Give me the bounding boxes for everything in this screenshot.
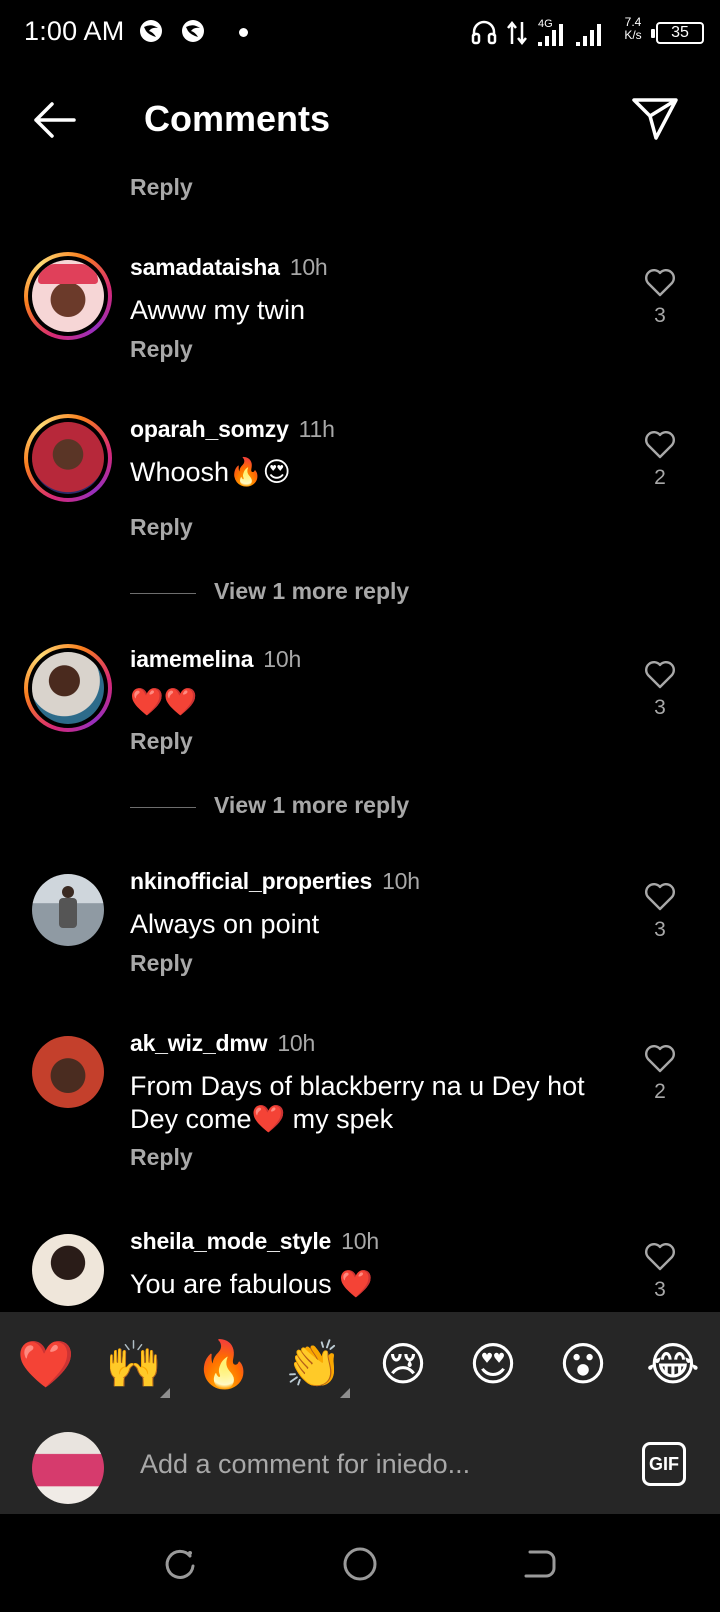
- status-indicators: 4G 7.4 K/s 35: [460, 14, 720, 54]
- like-control[interactable]: 3: [640, 1240, 680, 1302]
- comment-composer: GIF: [0, 1412, 720, 1514]
- username-link[interactable]: ak_wiz_dmw: [130, 1030, 268, 1056]
- avatar[interactable]: [24, 866, 112, 954]
- home-icon[interactable]: [340, 1544, 380, 1584]
- comment-text: Whoosh🔥😍: [130, 457, 291, 487]
- comment-text: Always on point: [130, 909, 320, 939]
- skin-tone-indicator: [340, 1388, 350, 1398]
- like-control[interactable]: 2: [640, 1042, 680, 1104]
- comment-text: ❤️❤️: [130, 687, 198, 717]
- divider: [130, 807, 196, 808]
- reply-button[interactable]: Reply: [130, 336, 193, 363]
- emoji-raised-hands[interactable]: 🙌: [105, 1336, 162, 1392]
- like-control[interactable]: 3: [640, 880, 680, 942]
- heart-icon[interactable]: [643, 658, 677, 690]
- share-send-icon[interactable]: [630, 94, 680, 144]
- comment-timestamp: 10h: [263, 646, 302, 672]
- gif-button[interactable]: GIF: [642, 1442, 686, 1486]
- notification-app-icon: [182, 20, 204, 42]
- heart-icon[interactable]: [643, 880, 677, 912]
- reply-button[interactable]: Reply: [130, 514, 193, 541]
- reply-button[interactable]: Reply: [130, 174, 193, 201]
- emoji-surprised-face[interactable]: 😮: [555, 1336, 611, 1392]
- emoji-crying-face[interactable]: 😢: [375, 1336, 431, 1392]
- comment-text: From Days of blackberry na u Dey hot Dey…: [130, 1071, 585, 1134]
- emoji-quick-bar: ❤️ 🙌 🔥 👏 😢 😍 😮 😂: [0, 1312, 720, 1412]
- avatar[interactable]: [24, 644, 112, 732]
- like-count: 3: [654, 918, 666, 941]
- header: Comments: [0, 78, 720, 162]
- status-time: 1:00 AM: [24, 16, 125, 46]
- current-user-avatar: [32, 1432, 104, 1504]
- like-count: 3: [654, 1278, 666, 1301]
- notification-app-icon: [140, 20, 162, 42]
- comment-username: nkinofficial_properties 10h: [130, 868, 420, 895]
- view-more-replies[interactable]: View 1 more reply: [130, 578, 550, 608]
- comment-input[interactable]: [140, 1440, 600, 1488]
- comment-text: You are fabulous ❤️: [130, 1269, 373, 1299]
- reply-button[interactable]: Reply: [130, 950, 193, 977]
- back-nav-icon[interactable]: [520, 1544, 560, 1584]
- view-more-label[interactable]: View 1 more reply: [214, 792, 409, 819]
- avatar[interactable]: [24, 1226, 112, 1312]
- comment-username: sheila_mode_style 10h: [130, 1228, 379, 1255]
- view-more-replies[interactable]: View 1 more reply: [130, 792, 550, 822]
- heart-icon[interactable]: [643, 1042, 677, 1074]
- emoji-tears-of-joy[interactable]: 😂: [645, 1336, 701, 1392]
- like-count: 3: [654, 696, 666, 719]
- system-navigation-bar: [0, 1514, 720, 1612]
- network-speed: 7.4 K/s: [616, 16, 650, 42]
- heart-icon[interactable]: [643, 266, 677, 298]
- heart-icon[interactable]: [643, 428, 677, 460]
- data-transfer-icon: [507, 20, 527, 46]
- headset-icon: [471, 20, 497, 45]
- reply-button[interactable]: Reply: [130, 1144, 193, 1171]
- username-link[interactable]: oparah_somzy: [130, 416, 289, 442]
- recent-apps-icon[interactable]: [160, 1544, 200, 1584]
- comment-timestamp: 10h: [277, 1030, 316, 1056]
- comment-timestamp: 10h: [289, 254, 328, 280]
- page-title: Comments: [144, 98, 331, 139]
- avatar[interactable]: [24, 414, 112, 502]
- like-count: 2: [654, 466, 666, 489]
- comment-username: samadataisha 10h: [130, 254, 328, 281]
- back-arrow-icon[interactable]: [30, 98, 80, 142]
- like-count: 2: [654, 1080, 666, 1103]
- username-link[interactable]: sheila_mode_style: [130, 1228, 331, 1254]
- avatar[interactable]: [24, 252, 112, 340]
- avatar[interactable]: [24, 1028, 112, 1116]
- comment-username: iamemelina 10h: [130, 646, 301, 673]
- emoji-heart-eyes[interactable]: 😍: [465, 1336, 521, 1392]
- emoji-clapping-hands[interactable]: 👏: [285, 1336, 342, 1392]
- comment-timestamp: 11h: [298, 416, 335, 442]
- signal-4g-icon: 4G: [538, 18, 563, 46]
- comment-username: oparah_somzy 11h: [130, 416, 335, 443]
- heart-icon[interactable]: [643, 1240, 677, 1272]
- status-bar: 1:00 AM 4G 7.4 K/s 35: [0, 0, 720, 66]
- comment-username: ak_wiz_dmw 10h: [130, 1030, 315, 1057]
- skin-tone-indicator: [160, 1388, 170, 1398]
- username-link[interactable]: iamemelina: [130, 646, 253, 672]
- comment-text: Awww my twin: [130, 295, 306, 325]
- signal-icon: [576, 24, 601, 46]
- battery-indicator: 35: [651, 22, 704, 44]
- comments-list[interactable]: Reply samadataisha 10h Awww my twin Reply…: [0, 160, 720, 1312]
- network-type-label: 4G: [538, 18, 553, 30]
- speed-unit: K/s: [624, 28, 642, 42]
- divider: [130, 593, 196, 594]
- comment-timestamp: 10h: [341, 1228, 379, 1254]
- reply-button[interactable]: Reply: [130, 728, 193, 755]
- more-notifications-dot: [239, 28, 248, 37]
- view-more-label[interactable]: View 1 more reply: [214, 578, 409, 605]
- username-link[interactable]: nkinofficial_properties: [130, 868, 372, 894]
- username-link[interactable]: samadataisha: [130, 254, 280, 280]
- like-count: 3: [654, 304, 666, 327]
- emoji-fire[interactable]: 🔥: [195, 1336, 252, 1392]
- like-control[interactable]: 3: [640, 658, 680, 720]
- like-control[interactable]: 2: [640, 428, 680, 490]
- emoji-heart[interactable]: ❤️: [17, 1336, 74, 1392]
- like-control[interactable]: 3: [640, 266, 680, 328]
- comment-timestamp: 10h: [382, 868, 420, 894]
